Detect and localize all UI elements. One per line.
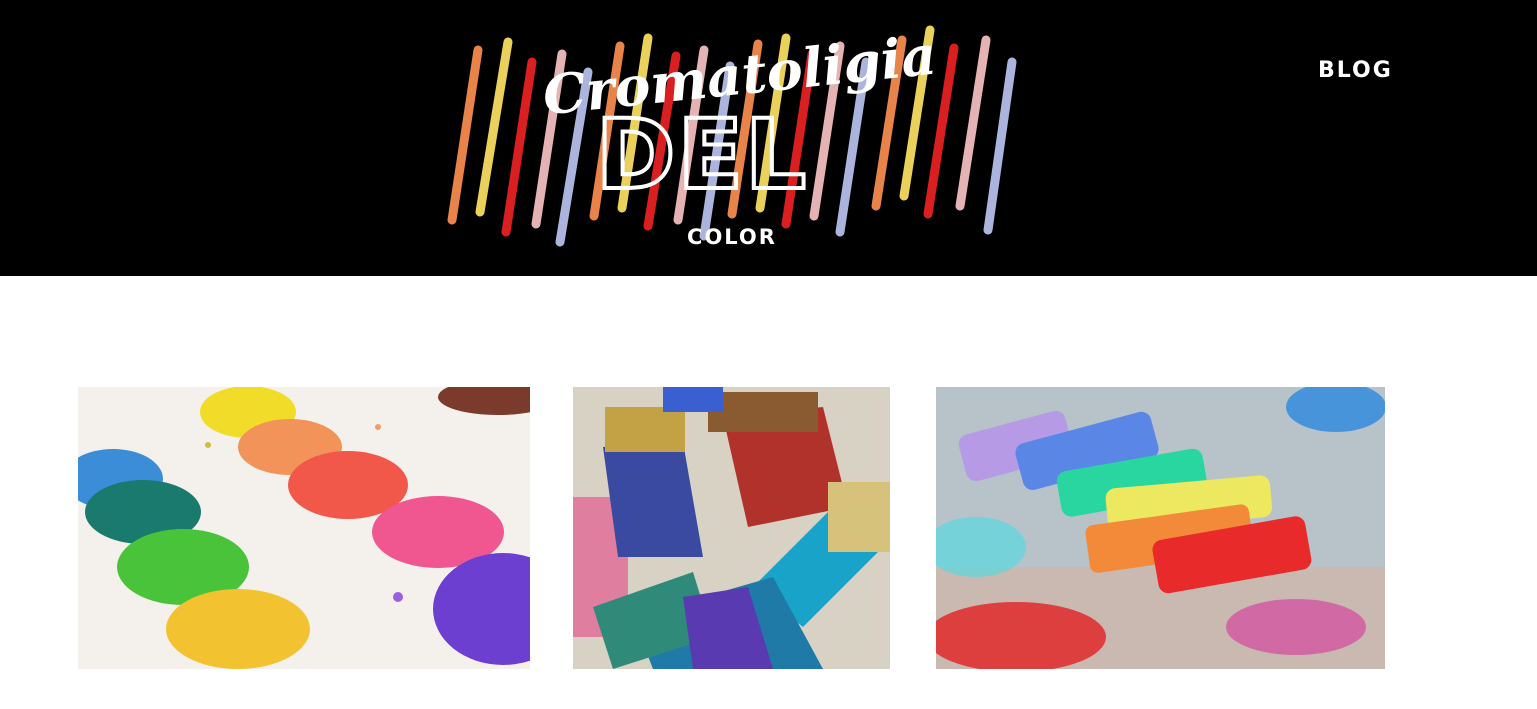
watercolor-palette-image[interactable] bbox=[78, 387, 530, 669]
paint-brushes-image[interactable] bbox=[573, 387, 890, 669]
nav-blog-link[interactable]: BLOG bbox=[1318, 58, 1393, 83]
chalk-pastels-image[interactable] bbox=[936, 387, 1385, 669]
site-logo[interactable]: Cromatoligia DEL COLOR bbox=[440, 10, 1040, 270]
site-header: Cromatoligia DEL COLOR BLOG bbox=[0, 0, 1537, 276]
logo-small-text: COLOR bbox=[687, 225, 777, 249]
logo-big-text: DEL bbox=[596, 99, 808, 211]
logo-graphic: Cromatoligia DEL COLOR bbox=[447, 23, 1017, 249]
